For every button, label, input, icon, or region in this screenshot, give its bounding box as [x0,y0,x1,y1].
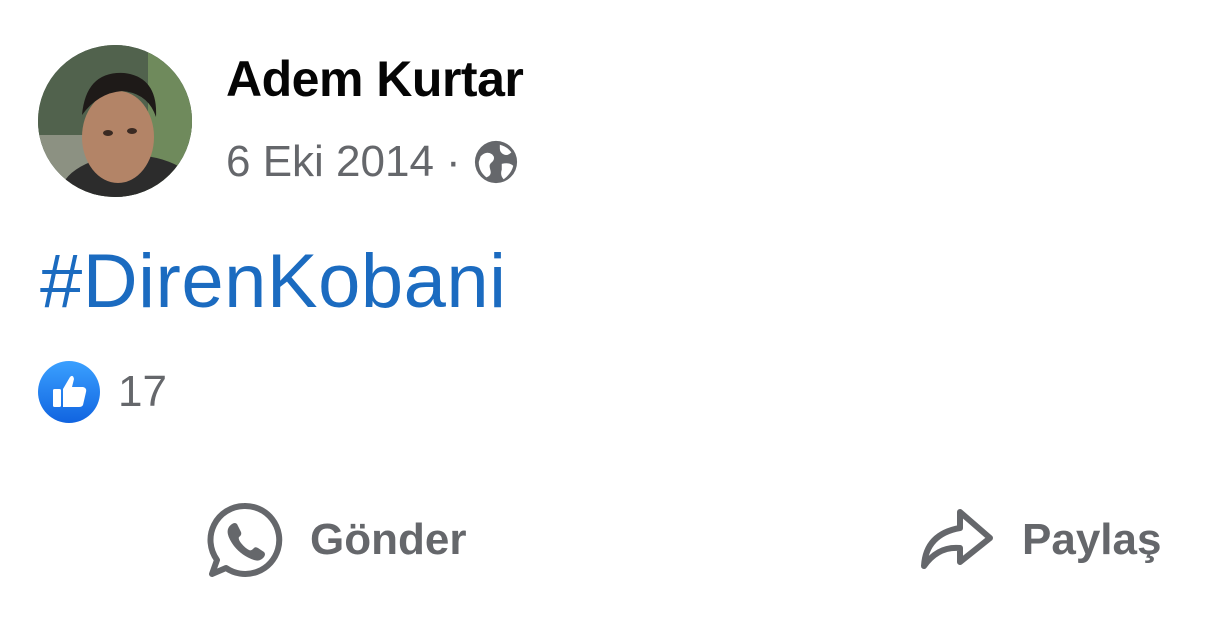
meta-separator: · [445,137,461,186]
share-button[interactable]: Paylaş [916,498,1161,582]
post-card: Adem Kurtar 6 Eki 2014 · #DirenKobani 17… [0,0,1232,623]
globe-icon [473,139,519,185]
hashtag-link[interactable]: #DirenKobani [40,238,507,325]
avatar[interactable] [38,45,192,197]
author-name[interactable]: Adem Kurtar [226,50,524,108]
reaction-summary[interactable]: 17 [38,360,167,424]
send-label: Gönder [310,515,467,564]
like-icon [38,361,100,423]
post-date[interactable]: 6 Eki 2014 [226,137,434,187]
avatar-photo [38,45,192,197]
share-arrow-icon [916,500,996,580]
like-count: 17 [118,367,167,416]
share-label: Paylaş [1022,515,1162,564]
whatsapp-icon [204,500,284,580]
send-button[interactable]: Gönder [204,498,466,582]
post-meta: 6 Eki 2014 · [226,134,519,190]
